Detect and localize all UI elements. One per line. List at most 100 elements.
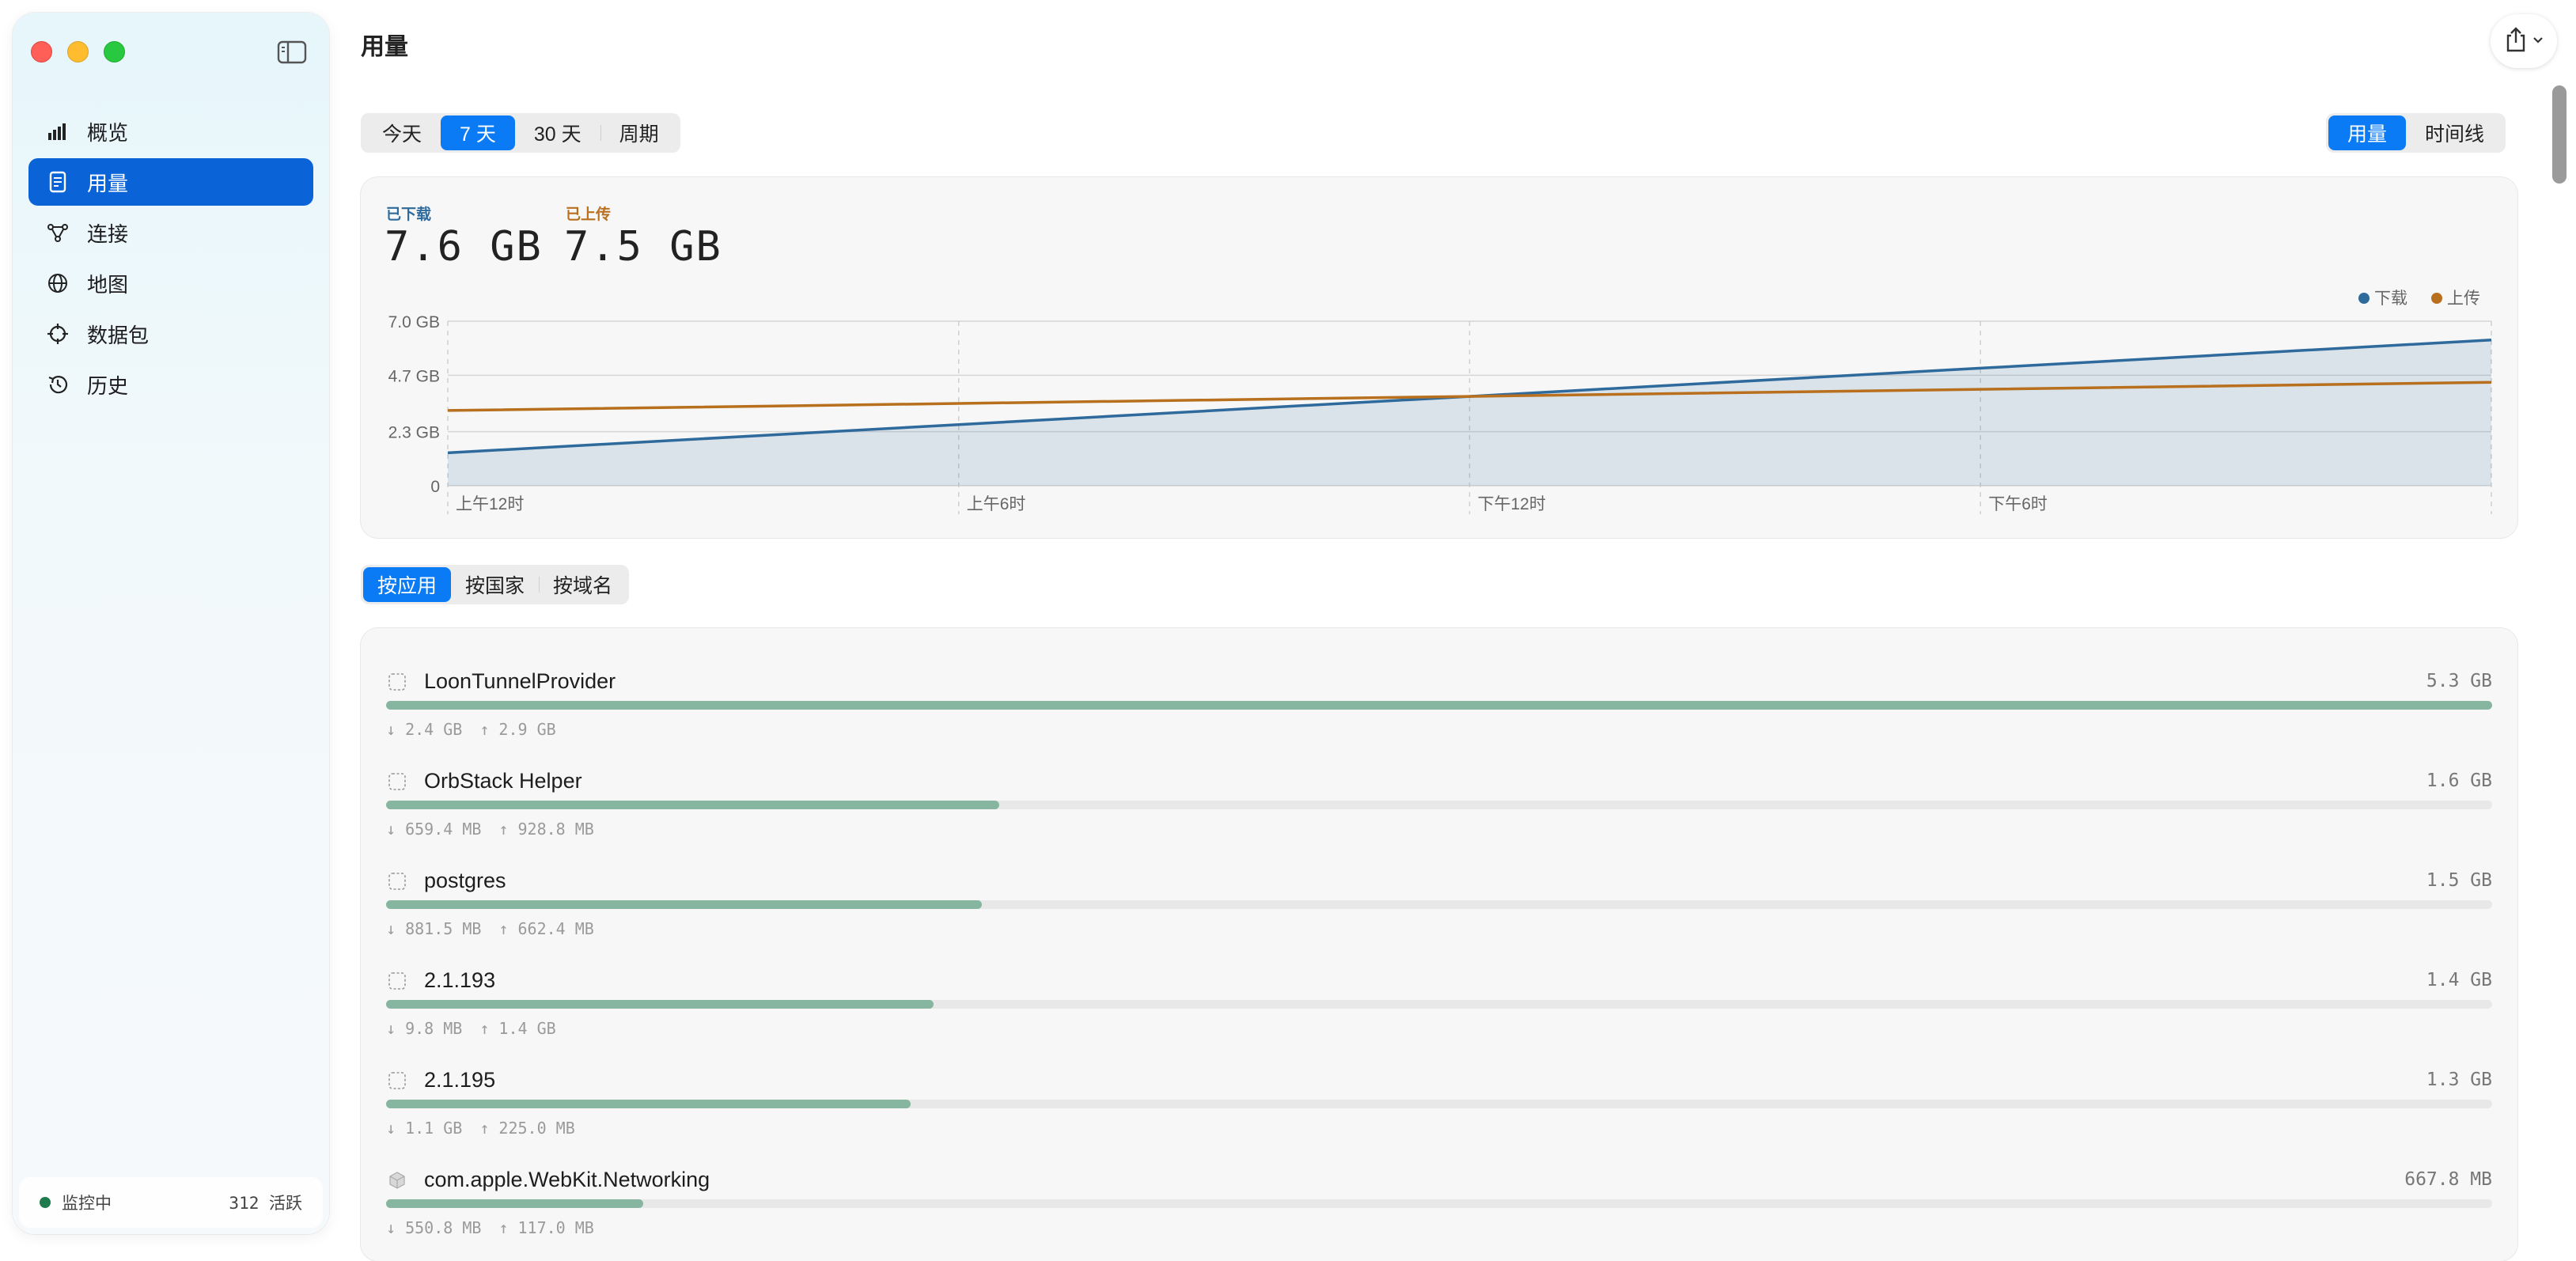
share-icon	[2504, 26, 2528, 57]
sidebar-item-label: 用量	[87, 171, 129, 195]
tab-by-country[interactable]: 按国家	[451, 567, 539, 602]
tab-by-domain[interactable]: 按域名	[539, 567, 627, 602]
close-window-button[interactable]	[31, 41, 52, 62]
page-title: 用量	[361, 34, 408, 60]
app-usage-list: LoonTunnelProvider 5.3 GB ↓ 2.4 GB ↑ 2.9 GB…	[361, 628, 2517, 1261]
usage-bar-fill	[386, 1000, 934, 1009]
sidebar-item-usage[interactable]: 用量	[28, 158, 313, 206]
tab-by-app[interactable]: 按应用	[363, 567, 452, 602]
sidebar-item-label: 概览	[87, 120, 129, 145]
history-icon	[46, 373, 70, 396]
app-breakdown: ↓ 2.4 GB ↑ 2.9 GB	[386, 720, 574, 739]
app-breakdown: ↓ 1.1 GB ↑ 225.0 MB	[386, 1119, 593, 1138]
y-tick-label: 7.0 GB	[388, 313, 440, 331]
app-download: ↓ 2.4 GB	[386, 720, 463, 739]
y-tick-label: 4.7 GB	[388, 367, 440, 385]
sidebar-item-connections[interactable]: 连接	[28, 209, 313, 256]
app-cube-icon	[388, 1171, 407, 1190]
app-total: 1.6 GB	[2426, 771, 2492, 791]
sidebar-item-label: 数据包	[87, 323, 150, 347]
group-tabs: 按应用 按国家 按域名	[361, 565, 630, 604]
app-total: 1.4 GB	[2426, 970, 2492, 990]
share-button[interactable]	[2491, 14, 2557, 68]
sidebar-item-packets[interactable]: 数据包	[28, 310, 313, 358]
app-total: 5.3 GB	[2426, 671, 2492, 691]
scrollbar-thumb[interactable]	[2552, 85, 2567, 184]
usage-bar-fill	[386, 701, 2492, 710]
app-name: OrbStack Helper	[424, 769, 582, 793]
y-tick-label: 0	[430, 478, 440, 496]
list-item[interactable]: OrbStack Helper 1.6 GB ↓ 659.4 MB ↑ 928.8 M…	[361, 739, 2517, 839]
tab-30-days[interactable]: 30 天	[515, 115, 600, 150]
app-name: com.apple.WebKit.Networking	[424, 1168, 710, 1191]
monitor-status-bar: 监控中 312 活跃	[19, 1177, 323, 1228]
app-total: 667.8 MB	[2404, 1169, 2492, 1190]
document-icon	[46, 170, 70, 194]
app-total: 1.5 GB	[2426, 870, 2492, 891]
usage-bar-fill	[386, 1199, 643, 1208]
sidebar-item-map[interactable]: 地图	[28, 259, 313, 307]
usage-bar-track	[386, 1000, 2492, 1009]
chevron-down-icon	[2532, 34, 2544, 48]
list-item[interactable]: com.apple.WebKit.Networking 667.8 MB ↓ 550…	[361, 1138, 2517, 1237]
range-tabs: 今天 7 天 30 天 周期	[361, 113, 680, 153]
usage-bar-track	[386, 701, 2492, 710]
app-upload: ↑ 225.0 MB	[479, 1119, 575, 1138]
tab-timeline[interactable]: 时间线	[2406, 115, 2503, 150]
usage-bar-track	[386, 1100, 2492, 1108]
tab-usage[interactable]: 用量	[2328, 115, 2407, 150]
app-download: ↓ 550.8 MB	[386, 1218, 482, 1237]
app-placeholder-icon	[388, 971, 407, 990]
list-item[interactable]: 2.1.193 1.4 GB ↓ 9.8 MB ↑ 1.4 GB	[361, 938, 2517, 1038]
app-placeholder-icon	[388, 672, 407, 691]
app-upload: ↑ 928.8 MB	[498, 820, 594, 839]
app-name: 2.1.193	[424, 968, 496, 992]
usage-bar-track	[386, 1199, 2492, 1208]
app-download: ↓ 9.8 MB	[386, 1019, 463, 1038]
sidebar-toggle-icon[interactable]	[277, 40, 307, 65]
usage-bar-track	[386, 801, 2492, 809]
tab-period[interactable]: 周期	[600, 115, 678, 150]
app-breakdown: ↓ 9.8 MB ↑ 1.4 GB	[386, 1019, 574, 1038]
list-item[interactable]: LoonTunnelProvider 5.3 GB ↓ 2.4 GB ↑ 2.9 GB	[361, 639, 2517, 739]
usage-chart-panel: 已下载 7.6 GB 已上传 7.5 GB 7.0 GB 4.7 GB 2.3 GB…	[361, 177, 2517, 538]
x-tick-label: 上午12时	[456, 495, 524, 513]
app-total: 1.3 GB	[2426, 1070, 2492, 1090]
usage-bar-fill	[386, 1100, 911, 1108]
app-placeholder-icon	[388, 872, 407, 891]
usage-bar-track	[386, 900, 2492, 909]
usage-area-chart: 7.0 GB 4.7 GB 2.3 GB 0 上午12时 上午6时 下午12时 下午6时 下载 上…	[388, 290, 2492, 514]
sidebar-item-history[interactable]: 历史	[28, 361, 313, 408]
app-name: LoonTunnelProvider	[424, 669, 616, 693]
status-dot	[40, 1197, 51, 1208]
app-breakdown: ↓ 550.8 MB ↑ 117.0 MB	[386, 1218, 612, 1237]
app-breakdown: ↓ 659.4 MB ↑ 928.8 MB	[386, 820, 612, 839]
chart-bars-icon	[46, 119, 70, 143]
usage-bar-fill	[386, 900, 983, 909]
crosshair-icon	[46, 322, 70, 346]
app-upload: ↑ 1.4 GB	[479, 1019, 556, 1038]
usage-bar-fill	[386, 801, 999, 809]
view-tabs: 用量 时间线	[2326, 113, 2506, 153]
legend-upload-label: 上传	[2447, 290, 2480, 308]
x-tick-label: 下午12时	[1478, 495, 1546, 513]
zoom-window-button[interactable]	[104, 41, 125, 62]
app-breakdown: ↓ 881.5 MB ↑ 662.4 MB	[386, 919, 612, 938]
list-item[interactable]: postgres 1.5 GB ↓ 881.5 MB ↑ 662.4 MB	[361, 839, 2517, 938]
tab-today[interactable]: 今天	[363, 115, 441, 150]
app-download: ↓ 1.1 GB	[386, 1119, 463, 1138]
app-download: ↓ 659.4 MB	[386, 820, 482, 839]
monitor-status-label: 监控中	[62, 1195, 112, 1213]
x-tick-label: 上午6时	[967, 495, 1026, 513]
x-tick-label: 下午6时	[1988, 495, 2048, 513]
tab-7-days[interactable]: 7 天	[441, 115, 515, 150]
minimize-window-button[interactable]	[67, 41, 89, 62]
globe-icon	[46, 271, 70, 295]
sidebar-item-overview[interactable]: 概览	[28, 108, 313, 155]
legend-upload-dot	[2431, 293, 2442, 304]
sidebar: 概览 用量 连接 地图 数据包 历史 监控中 312 活跃	[13, 13, 329, 1234]
list-item[interactable]: 2.1.195 1.3 GB ↓ 1.1 GB ↑ 225.0 MB	[361, 1038, 2517, 1138]
app-download: ↓ 881.5 MB	[386, 919, 482, 938]
app-upload: ↑ 2.9 GB	[479, 720, 556, 739]
active-count: 312 活跃	[229, 1194, 302, 1213]
